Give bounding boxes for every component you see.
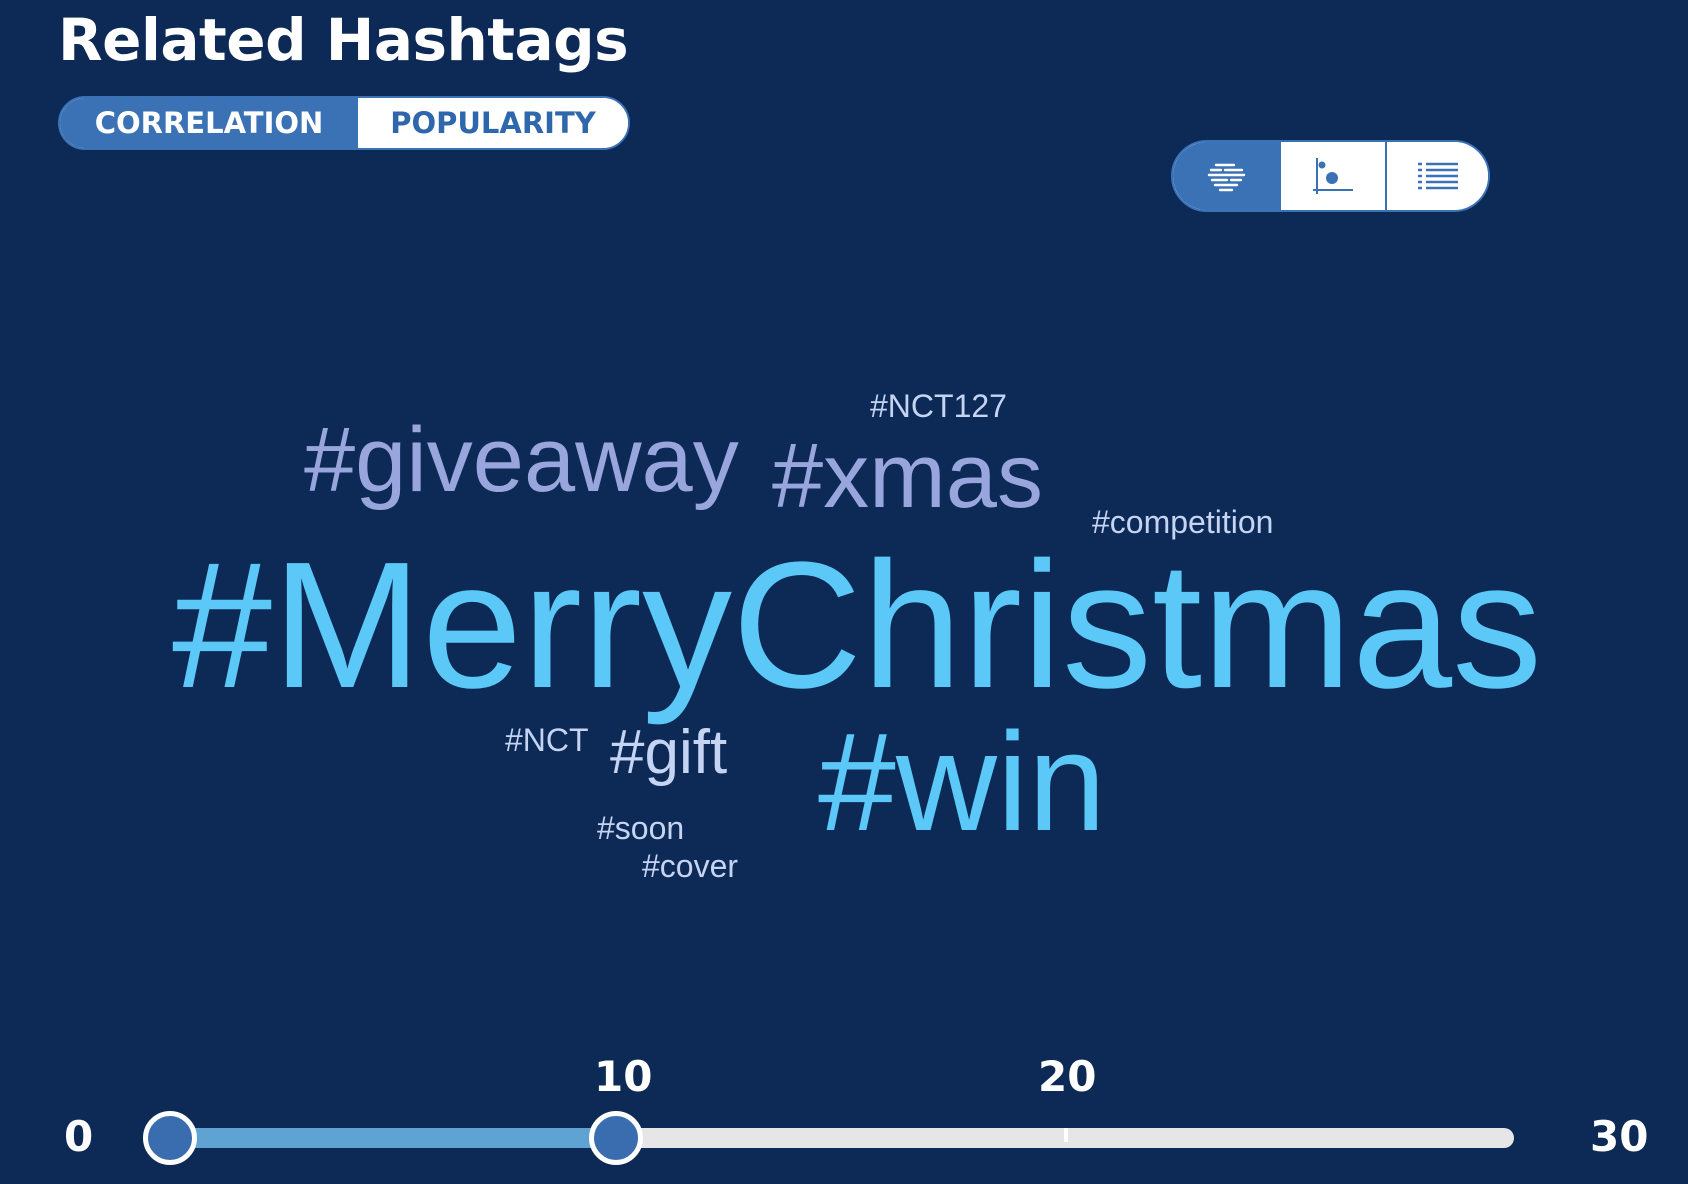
slider-low-handle[interactable] [143,1111,197,1165]
word-cloud-view-button[interactable] [1173,142,1281,210]
slider-selected-range [166,1128,616,1148]
hashtag-word[interactable]: #NCT127 [870,390,1007,422]
hashtag-word[interactable]: #soon [597,812,684,844]
view-switcher [1171,140,1490,212]
list-view-icon [1417,162,1458,190]
slider-max-label: 30 [1590,1112,1649,1161]
slider-tick-label: 20 [1038,1052,1097,1101]
list-view-button[interactable] [1387,142,1488,210]
slider-min-label: 0 [64,1112,94,1161]
slider-track[interactable] [143,1111,1514,1165]
correlation-tab[interactable]: CORRELATION [60,98,358,148]
hashtag-word[interactable]: #NCT [505,724,589,756]
hashtag-word[interactable]: #cover [642,850,738,882]
slider-value-label: 10 [594,1052,653,1101]
hashtag-word[interactable]: #MerryChristmas [172,536,1542,716]
sort-mode-toggle: CORRELATION POPULARITY [58,96,630,150]
scatter-plot-icon [1313,158,1353,194]
hashtag-word[interactable]: #xmas [772,430,1043,522]
word-cloud-icon [1207,163,1246,192]
scatter-plot-view-button[interactable] [1281,142,1387,210]
slider-high-handle[interactable] [589,1111,643,1165]
page-title: Related Hashtags [58,6,629,74]
hashtag-word[interactable]: #giveaway [304,414,739,506]
slider-tick-mark [1064,1128,1068,1142]
popularity-tab[interactable]: POPULARITY [358,98,628,148]
count-range-slider: 0 10 20 30 [0,1030,1688,1184]
hashtag-word[interactable]: #win [818,712,1106,852]
hashtag-word[interactable]: #gift [610,722,727,784]
